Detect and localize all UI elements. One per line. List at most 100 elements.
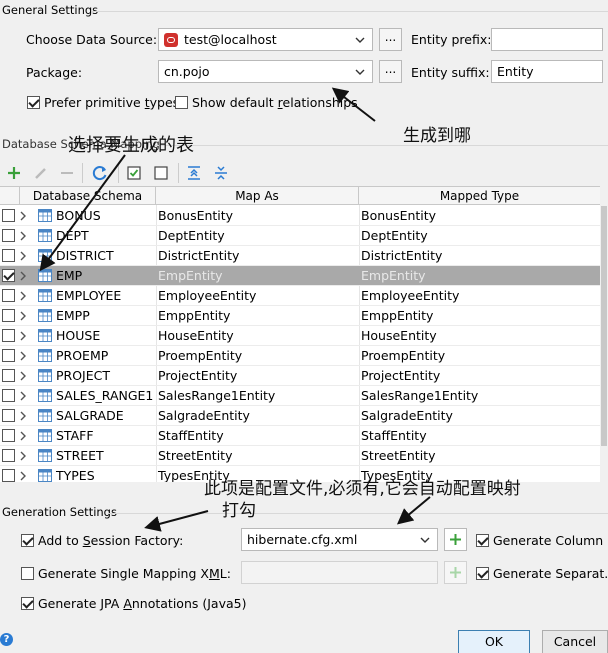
map-as-cell[interactable]: SalgradeEntity bbox=[158, 408, 250, 423]
chevron-right-icon[interactable] bbox=[19, 411, 27, 421]
map-as-cell[interactable]: EmployeeEntity bbox=[158, 288, 256, 303]
row-checkbox[interactable] bbox=[2, 469, 15, 482]
entity-prefix-input[interactable] bbox=[491, 28, 603, 51]
row-checkbox[interactable] bbox=[2, 369, 15, 382]
table-row[interactable]: SALES_RANGE1 SalesRange1Entity SalesRange1… bbox=[0, 386, 600, 406]
row-checkbox[interactable] bbox=[2, 309, 15, 322]
table-row[interactable]: DEPT DeptEntity DeptEntity bbox=[0, 226, 600, 246]
chevron-right-icon[interactable] bbox=[19, 271, 27, 281]
row-checkbox[interactable] bbox=[2, 269, 15, 282]
table-row[interactable]: STAFF StaffEntity StaffEntity bbox=[0, 426, 600, 446]
row-checkbox[interactable] bbox=[2, 449, 15, 462]
table-row[interactable]: HOUSE HouseEntity HouseEntity bbox=[0, 326, 600, 346]
mapped-type-cell[interactable]: EmployeeEntity bbox=[361, 288, 459, 303]
single-mapping-xml-checkbox[interactable] bbox=[21, 567, 34, 580]
chevron-right-icon[interactable] bbox=[19, 371, 27, 381]
mapped-type-cell[interactable]: DeptEntity bbox=[361, 228, 428, 243]
mapped-type-cell[interactable]: ProjectEntity bbox=[361, 368, 440, 383]
chevron-right-icon[interactable] bbox=[19, 391, 27, 401]
row-checkbox[interactable] bbox=[2, 249, 15, 262]
unselect-all-icon[interactable] bbox=[152, 164, 170, 182]
column-header[interactable]: Database Schema bbox=[20, 187, 156, 205]
column-header[interactable]: Mapped Type bbox=[359, 187, 600, 205]
chevron-right-icon[interactable] bbox=[19, 451, 27, 461]
table-row[interactable]: DISTRICT DistrictEntity DistrictEntity bbox=[0, 246, 600, 266]
table-row[interactable]: BONUS BonusEntity BonusEntity bbox=[0, 206, 600, 226]
add-mapping-button bbox=[444, 561, 467, 584]
row-checkbox[interactable] bbox=[2, 289, 15, 302]
row-checkbox[interactable] bbox=[2, 389, 15, 402]
expand-all-icon[interactable] bbox=[185, 164, 203, 182]
mapped-type-cell[interactable]: SalesRange1Entity bbox=[361, 388, 478, 403]
map-as-cell[interactable]: EmppEntity bbox=[158, 308, 230, 323]
add-icon[interactable] bbox=[5, 164, 23, 182]
mapped-type-cell[interactable]: StreetEntity bbox=[361, 448, 435, 463]
row-checkbox[interactable] bbox=[2, 229, 15, 242]
collapse-all-icon[interactable] bbox=[212, 164, 230, 182]
mapped-type-cell[interactable]: EmppEntity bbox=[361, 308, 433, 323]
generate-column-checkbox[interactable] bbox=[476, 534, 489, 547]
chevron-right-icon[interactable] bbox=[19, 311, 27, 321]
select-all-icon[interactable] bbox=[125, 164, 143, 182]
column-header[interactable]: Map As bbox=[156, 187, 359, 205]
mapped-type-cell[interactable]: DistrictEntity bbox=[361, 248, 442, 263]
chevron-down-icon bbox=[420, 537, 430, 543]
map-as-cell[interactable]: DeptEntity bbox=[158, 228, 225, 243]
row-checkbox[interactable] bbox=[2, 429, 15, 442]
map-as-cell[interactable]: StreetEntity bbox=[158, 448, 232, 463]
add-to-session-factory-checkbox[interactable] bbox=[21, 534, 34, 547]
generate-separate-checkbox[interactable] bbox=[476, 567, 489, 580]
chevron-right-icon[interactable] bbox=[19, 471, 27, 481]
chevron-right-icon[interactable] bbox=[19, 291, 27, 301]
chevron-right-icon[interactable] bbox=[19, 331, 27, 341]
table-row[interactable]: PROEMP ProempEntity ProempEntity bbox=[0, 346, 600, 366]
add-session-factory-button[interactable] bbox=[444, 528, 467, 551]
chevron-right-icon[interactable] bbox=[19, 351, 27, 361]
vertical-scrollbar[interactable] bbox=[600, 186, 608, 482]
entity-suffix-input[interactable]: Entity bbox=[491, 60, 603, 83]
table-row[interactable]: EMP EmpEntity EmpEntity bbox=[0, 266, 600, 286]
help-icon[interactable]: ? bbox=[0, 633, 13, 646]
mapped-type-cell[interactable]: HouseEntity bbox=[361, 328, 437, 343]
remove-icon[interactable] bbox=[58, 164, 76, 182]
prefer-primitive-checkbox[interactable] bbox=[27, 96, 40, 109]
map-as-cell[interactable]: SalesRange1Entity bbox=[158, 388, 275, 403]
map-as-cell[interactable]: BonusEntity bbox=[158, 208, 233, 223]
session-factory-select[interactable]: hibernate.cfg.xml bbox=[241, 528, 438, 551]
package-browse-button[interactable]: ... bbox=[379, 60, 402, 83]
cancel-button[interactable]: Cancel bbox=[542, 630, 608, 653]
data-source-select[interactable]: test@localhost bbox=[158, 28, 373, 51]
table-row[interactable]: EMPLOYEE EmployeeEntity EmployeeEntity bbox=[0, 286, 600, 306]
data-source-browse-button[interactable]: ... bbox=[379, 28, 402, 51]
scrollbar-thumb[interactable] bbox=[601, 206, 607, 446]
map-as-cell[interactable]: ProjectEntity bbox=[158, 368, 237, 383]
mapped-type-cell[interactable]: SalgradeEntity bbox=[361, 408, 453, 423]
row-checkbox[interactable] bbox=[2, 409, 15, 422]
table-row[interactable]: STREET StreetEntity StreetEntity bbox=[0, 446, 600, 466]
jpa-annotations-checkbox[interactable] bbox=[21, 597, 34, 610]
chevron-right-icon[interactable] bbox=[19, 431, 27, 441]
map-as-cell[interactable]: StaffEntity bbox=[158, 428, 224, 443]
map-as-cell[interactable]: DistrictEntity bbox=[158, 248, 239, 263]
table-row[interactable]: PROJECT ProjectEntity ProjectEntity bbox=[0, 366, 600, 386]
refresh-icon[interactable] bbox=[91, 164, 109, 182]
map-as-cell[interactable]: HouseEntity bbox=[158, 328, 234, 343]
ok-button[interactable]: OK bbox=[458, 630, 530, 653]
table-row[interactable]: EMPP EmppEntity EmppEntity bbox=[0, 306, 600, 326]
mapped-type-cell[interactable]: BonusEntity bbox=[361, 208, 436, 223]
row-checkbox[interactable] bbox=[2, 349, 15, 362]
mapped-type-cell[interactable]: EmpEntity bbox=[361, 268, 426, 283]
chevron-right-icon[interactable] bbox=[19, 251, 27, 261]
show-default-relationships-checkbox[interactable] bbox=[175, 96, 188, 109]
table-row[interactable]: SALGRADE SalgradeEntity SalgradeEntity bbox=[0, 406, 600, 426]
mapped-type-cell[interactable]: StaffEntity bbox=[361, 428, 427, 443]
row-checkbox[interactable] bbox=[2, 209, 15, 222]
edit-icon[interactable] bbox=[32, 164, 50, 182]
map-as-cell[interactable]: EmpEntity bbox=[158, 268, 223, 283]
row-checkbox[interactable] bbox=[2, 329, 15, 342]
mapped-type-cell[interactable]: ProempEntity bbox=[361, 348, 445, 363]
chevron-right-icon[interactable] bbox=[19, 231, 27, 241]
map-as-cell[interactable]: ProempEntity bbox=[158, 348, 242, 363]
package-input[interactable]: cn.pojo bbox=[158, 60, 373, 83]
chevron-right-icon[interactable] bbox=[19, 211, 27, 221]
